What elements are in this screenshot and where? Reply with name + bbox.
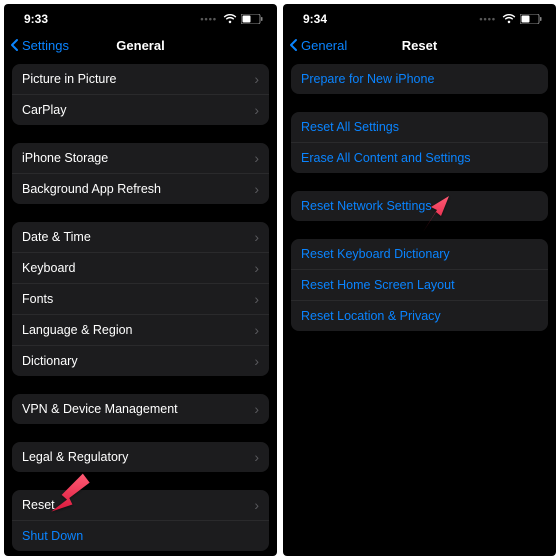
chevron-right-icon: ›: [254, 323, 259, 337]
back-button[interactable]: Settings: [10, 38, 69, 53]
recording-indicator: ••••: [200, 14, 217, 24]
settings-row[interactable]: Dictionary ›: [12, 346, 269, 376]
wifi-icon: [502, 14, 516, 24]
row-label: Reset All Settings: [301, 120, 399, 134]
row-label: Prepare for New iPhone: [301, 72, 434, 86]
settings-group: Prepare for New iPhone: [291, 64, 548, 94]
battery-icon: [241, 14, 263, 24]
back-button[interactable]: General: [289, 38, 347, 53]
settings-group: iPhone Storage › Background App Refresh ›: [12, 143, 269, 204]
settings-row[interactable]: CarPlay ›: [12, 95, 269, 125]
wifi-icon: [223, 14, 237, 24]
settings-group: Picture in Picture › CarPlay ›: [12, 64, 269, 125]
row-label: Reset Location & Privacy: [301, 309, 441, 323]
chevron-right-icon: ›: [254, 72, 259, 86]
chevron-right-icon: ›: [254, 230, 259, 244]
chevron-right-icon: ›: [254, 402, 259, 416]
back-label: General: [301, 38, 347, 53]
row-label: iPhone Storage: [22, 151, 108, 165]
phone-reset: 9:34 •••• General Reset Prepare for New …: [283, 4, 556, 556]
nav-bar: Settings General: [4, 30, 277, 64]
settings-row[interactable]: Reset Network Settings: [291, 191, 548, 221]
recording-indicator: ••••: [479, 14, 496, 24]
chevron-right-icon: ›: [254, 354, 259, 368]
settings-row[interactable]: Prepare for New iPhone: [291, 64, 548, 94]
chevron-right-icon: ›: [254, 151, 259, 165]
row-label: Reset Home Screen Layout: [301, 278, 455, 292]
row-label: Legal & Regulatory: [22, 450, 128, 464]
row-label: Language & Region: [22, 323, 133, 337]
settings-row[interactable]: Date & Time ›: [12, 222, 269, 253]
status-indicators: ••••: [479, 14, 542, 24]
settings-row[interactable]: Background App Refresh ›: [12, 174, 269, 204]
settings-row[interactable]: Language & Region ›: [12, 315, 269, 346]
row-label: CarPlay: [22, 103, 66, 117]
settings-row[interactable]: iPhone Storage ›: [12, 143, 269, 174]
row-label: VPN & Device Management: [22, 402, 178, 416]
settings-row[interactable]: Reset All Settings: [291, 112, 548, 143]
row-label: Reset Keyboard Dictionary: [301, 247, 450, 261]
status-bar: 9:33 ••••: [4, 4, 277, 30]
row-label: Dictionary: [22, 354, 78, 368]
chevron-right-icon: ›: [254, 292, 259, 306]
chevron-right-icon: ›: [254, 182, 259, 196]
settings-group: VPN & Device Management ›: [12, 394, 269, 424]
status-time: 9:34: [303, 12, 327, 26]
row-label: Background App Refresh: [22, 182, 161, 196]
chevron-right-icon: ›: [254, 261, 259, 275]
chevron-left-icon: [10, 38, 20, 52]
chevron-right-icon: ›: [254, 103, 259, 117]
settings-group: Date & Time›Keyboard›Fonts›Language & Re…: [12, 222, 269, 376]
settings-row[interactable]: Reset Keyboard Dictionary: [291, 239, 548, 270]
settings-row[interactable]: Erase All Content and Settings: [291, 143, 548, 173]
row-label: Erase All Content and Settings: [301, 151, 471, 165]
row-label: Fonts: [22, 292, 53, 306]
row-label: Reset: [22, 498, 55, 512]
settings-group: Reset Network Settings: [291, 191, 548, 221]
chevron-right-icon: ›: [254, 450, 259, 464]
settings-row[interactable]: Reset ›: [12, 490, 269, 521]
chevron-left-icon: [289, 38, 299, 52]
settings-group: Reset Keyboard Dictionary Reset Home Scre…: [291, 239, 548, 331]
row-label: Date & Time: [22, 230, 91, 244]
battery-icon: [520, 14, 542, 24]
settings-row[interactable]: Shut Down: [12, 521, 269, 551]
settings-row[interactable]: Fonts ›: [12, 284, 269, 315]
row-label: Reset Network Settings: [301, 199, 432, 213]
row-label: Picture in Picture: [22, 72, 116, 86]
settings-row[interactable]: Legal & Regulatory ›: [12, 442, 269, 472]
chevron-right-icon: ›: [254, 498, 259, 512]
settings-row[interactable]: Reset Home Screen Layout: [291, 270, 548, 301]
nav-bar: General Reset: [283, 30, 556, 64]
back-label: Settings: [22, 38, 69, 53]
settings-row[interactable]: VPN & Device Management ›: [12, 394, 269, 424]
settings-group: Reset › Shut Down: [12, 490, 269, 551]
settings-row[interactable]: Picture in Picture ›: [12, 64, 269, 95]
settings-row[interactable]: Reset Location & Privacy: [291, 301, 548, 331]
status-bar: 9:34 ••••: [283, 4, 556, 30]
settings-row[interactable]: Keyboard ›: [12, 253, 269, 284]
row-label: Keyboard: [22, 261, 76, 275]
phone-general: 9:33 •••• Settings General Picture in Pi…: [4, 4, 277, 556]
row-label: Shut Down: [22, 529, 83, 543]
settings-group: Legal & Regulatory ›: [12, 442, 269, 472]
status-time: 9:33: [24, 12, 48, 26]
settings-group: Reset All Settings Erase All Content and …: [291, 112, 548, 173]
status-indicators: ••••: [200, 14, 263, 24]
